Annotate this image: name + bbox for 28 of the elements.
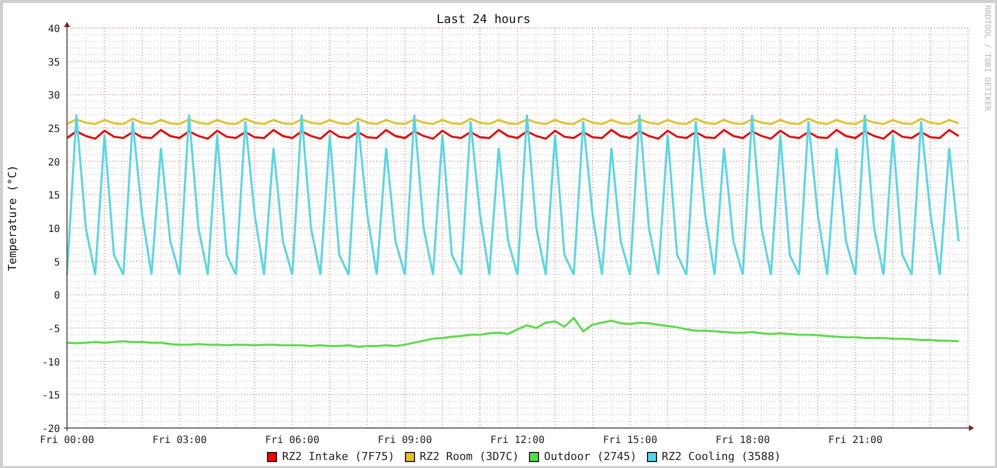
x-tick-label: Fri 12:00 <box>490 435 545 447</box>
y-tick-label: -20 <box>42 424 60 435</box>
legend-label: RZ2 Room (3D7C) <box>420 450 519 463</box>
x-tick-label: Fri 18:00 <box>716 435 770 447</box>
y-tick-label: 0 <box>54 290 60 302</box>
y-tick-label: 40 <box>48 24 60 35</box>
y-tick-label: -10 <box>42 357 60 368</box>
legend-label: RZ2 Intake (7F75) <box>282 450 395 463</box>
x-tick-label: Fri 03:00 <box>152 435 207 447</box>
y-tick-label: 5 <box>54 257 60 268</box>
x-tick-label: Fri 00:00 <box>40 435 94 447</box>
y-tick-label: 20 <box>48 157 60 168</box>
x-tick-label: Fri 09:00 <box>378 435 432 447</box>
y-tick-label: -5 <box>48 324 60 335</box>
y-axis-label: Temperature (°C) <box>6 165 19 271</box>
x-tick-label: Fri 06:00 <box>265 435 320 447</box>
y-tick-label: -15 <box>42 390 60 402</box>
y-tick-label: 10 <box>48 224 60 235</box>
y-tick-label: 15 <box>48 190 60 202</box>
legend-label: RZ2 Cooling (3588) <box>662 450 781 463</box>
y-tick-label: 30 <box>48 90 60 102</box>
x-tick-label: Fri 15:00 <box>603 435 658 447</box>
credit-text: RRDTOOL / TOBI OETIKER <box>983 5 992 111</box>
y-tick-label: 25 <box>48 124 60 135</box>
y-tick-label: 35 <box>48 57 60 68</box>
legend-label: Outdoor (2745) <box>544 450 637 463</box>
x-tick-label: Fri 21:00 <box>828 435 882 447</box>
chart-title: Last 24 hours <box>436 12 530 26</box>
